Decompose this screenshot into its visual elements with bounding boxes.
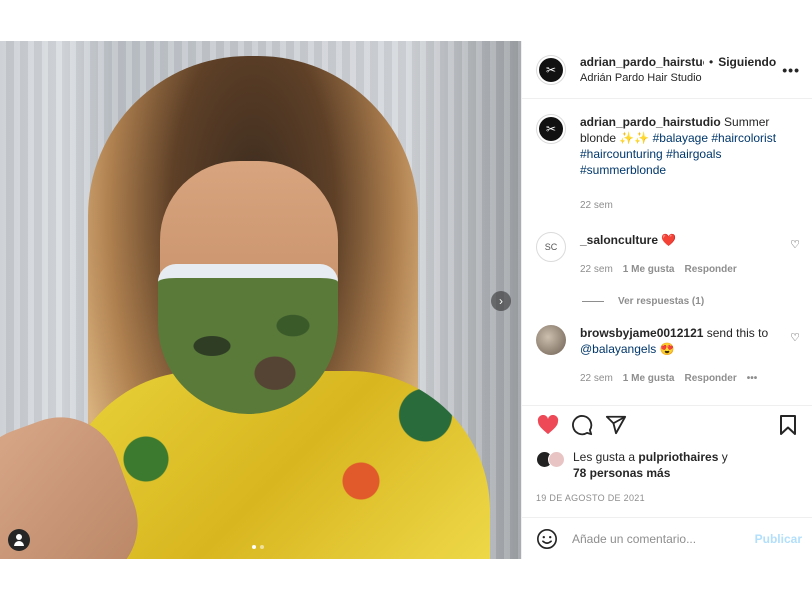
comment-item: SC _salonculture ❤️ 22 sem 1 Me gusta Re… — [536, 232, 800, 278]
author-avatar[interactable]: ✂ — [536, 54, 566, 85]
action-bar — [522, 405, 812, 443]
heart-icon[interactable] — [536, 413, 560, 437]
carousel-next-button[interactable]: › — [491, 291, 511, 311]
carousel-dots — [252, 545, 264, 549]
commenter-username[interactable]: browsbyjame0012121 — [580, 326, 703, 340]
comment-likes[interactable]: 1 Me gusta — [623, 371, 675, 387]
likes-summary: Les gusta a pulpriothaires y 78 personas… — [536, 449, 800, 481]
share-icon[interactable] — [604, 413, 628, 437]
scissors-icon: ✂ — [539, 57, 563, 82]
carousel-dot-active — [252, 545, 256, 549]
commenter-avatar[interactable]: SC — [536, 232, 566, 262]
user-tag-icon[interactable] — [8, 529, 30, 551]
following-button[interactable]: Siguiendo — [718, 55, 776, 69]
like-comment-icon[interactable]: ♡ — [790, 331, 800, 344]
bookmark-icon[interactable] — [776, 413, 800, 437]
comment-item: browsbyjame0012121 send this to @balayan… — [536, 325, 800, 387]
post-side-panel: ✂ adrian_pardo_hairstuc • Siguiendo Adri… — [521, 41, 812, 559]
hashtag[interactable]: #balayage — [653, 131, 708, 145]
carousel-dot — [260, 545, 264, 549]
hashtag[interactable]: #hairgoals — [666, 147, 721, 161]
comment-time[interactable]: 22 sem — [580, 371, 613, 387]
comment-input[interactable] — [572, 531, 755, 546]
caption-username[interactable]: adrian_pardo_hairstudio — [580, 115, 721, 129]
reply-button[interactable]: Responder — [684, 371, 736, 387]
view-replies-label: Ver respuestas (1) — [618, 296, 705, 307]
publish-button[interactable]: Publicar — [755, 532, 802, 546]
caption: ✂ adrian_pardo_hairstudio Summer blonde … — [536, 114, 800, 214]
heart-eyes-emoji: 😍 — [659, 342, 675, 356]
post-header: ✂ adrian_pardo_hairstuc • Siguiendo Adri… — [522, 41, 812, 99]
post-location[interactable]: Adrián Pardo Hair Studio — [580, 72, 782, 84]
hashtag[interactable]: #summerblonde — [580, 163, 666, 177]
post-photo[interactable]: › — [0, 41, 521, 559]
caption-avatar[interactable]: ✂ — [536, 114, 566, 144]
commenter-avatar[interactable] — [536, 325, 566, 355]
liker-username[interactable]: pulpriothaires — [638, 450, 718, 464]
comment-likes[interactable]: 1 Me gusta — [623, 262, 675, 278]
post-date[interactable]: 19 DE AGOSTO DE 2021 — [536, 493, 645, 503]
hashtag[interactable]: #haircolorist — [711, 131, 776, 145]
caption-time[interactable]: 22 sem — [580, 198, 613, 214]
liker-avatar[interactable] — [548, 451, 565, 468]
scissors-icon: ✂ — [539, 117, 563, 141]
add-comment-bar: Publicar — [522, 517, 812, 559]
emoji-icon[interactable] — [536, 528, 558, 550]
comment-icon[interactable] — [570, 413, 594, 437]
heart-emoji: ❤️ — [661, 233, 677, 247]
hashtag[interactable]: #haircounturing — [580, 147, 663, 161]
likes-prefix: Les gusta a — [573, 450, 639, 464]
comment-text: send this to — [703, 326, 769, 340]
mention-link[interactable]: @balayangels — [580, 342, 656, 356]
more-options-icon[interactable]: ••• — [782, 62, 800, 78]
like-comment-icon[interactable]: ♡ — [790, 238, 800, 251]
view-replies-button[interactable]: Ver respuestas (1) — [582, 296, 800, 307]
replies-divider — [582, 301, 604, 302]
liker-avatars — [536, 449, 568, 468]
comment-more-icon[interactable]: ••• — [747, 371, 758, 387]
likes-suffix: y — [718, 450, 728, 464]
author-username[interactable]: adrian_pardo_hairstuc — [580, 55, 704, 69]
comments-section: ✂ adrian_pardo_hairstudio Summer blonde … — [522, 100, 812, 405]
likes-others-link[interactable]: 78 personas más — [573, 466, 670, 480]
commenter-username[interactable]: _salonculture — [580, 233, 658, 247]
separator-dot: • — [709, 55, 714, 69]
reply-button[interactable]: Responder — [684, 262, 736, 278]
post-modal: › ✂ adrian_pardo_hairstuc • Siguiendo Ad… — [0, 41, 812, 559]
chevron-right-icon: › — [499, 294, 503, 308]
comment-time[interactable]: 22 sem — [580, 262, 613, 278]
